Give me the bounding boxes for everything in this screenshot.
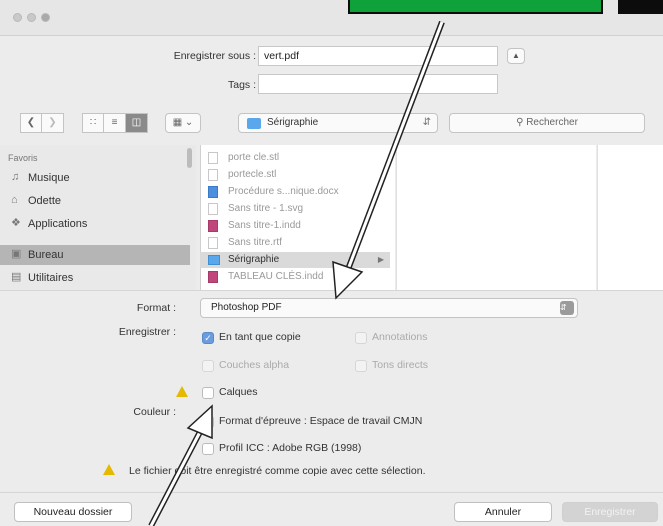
annotation-arrows (148, 20, 445, 526)
annotation-arrow-to-format (332, 20, 445, 300)
annotation-arrow-to-layers (148, 404, 213, 526)
